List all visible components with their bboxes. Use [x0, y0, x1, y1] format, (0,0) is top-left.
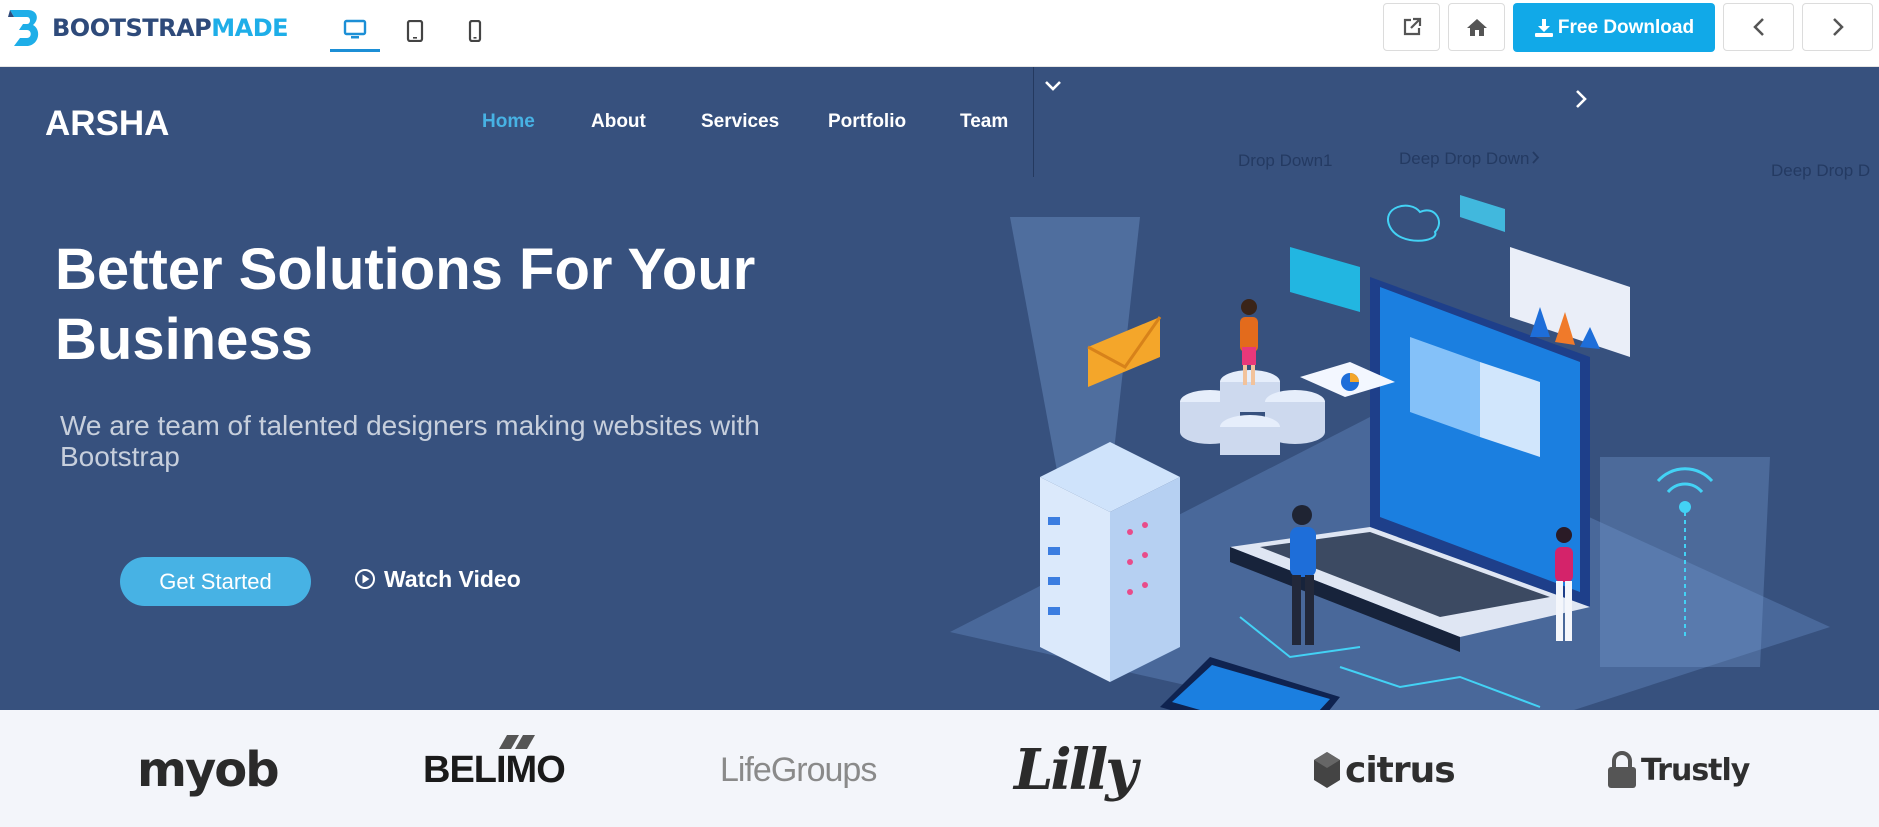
- main-nav: Home About Services Portfolio Team: [0, 111, 1879, 141]
- nav-services[interactable]: Services: [701, 111, 779, 133]
- download-icon: [1534, 18, 1553, 37]
- external-link-icon: [1403, 17, 1421, 36]
- padlock-icon: [1608, 751, 1636, 788]
- brand-part1: BOOTSTRAP: [52, 14, 212, 42]
- chevron-down-icon[interactable]: [1044, 79, 1062, 93]
- tablet-view-button[interactable]: [390, 10, 440, 52]
- nav-portfolio[interactable]: Portfolio: [828, 111, 906, 133]
- desktop-icon: [343, 19, 367, 38]
- free-download-button[interactable]: Free Download: [1513, 3, 1715, 52]
- hero-section: ARSHA Home About Services Portfolio Team…: [0, 67, 1879, 710]
- bootstrapmade-logo[interactable]: BOOTSTRAPMADE: [4, 6, 289, 50]
- mobile-view-button[interactable]: [450, 10, 500, 52]
- tablet-icon: [406, 20, 424, 42]
- chevron-left-icon: [1752, 18, 1764, 36]
- client-name: citrus: [1345, 749, 1456, 791]
- prev-theme-button[interactable]: [1723, 3, 1794, 51]
- client-name: BELIMO: [423, 748, 566, 791]
- brand-part2: MADE: [211, 14, 289, 42]
- preview-toolbar: BOOTSTRAPMADE Free Download: [0, 0, 1879, 67]
- dropdown-item-3[interactable]: Deep Drop D: [1771, 161, 1870, 181]
- client-name: Lilly: [1014, 737, 1138, 803]
- desktop-view-button[interactable]: [330, 10, 380, 52]
- bootstrapmade-wordmark: BOOTSTRAPMADE: [52, 14, 289, 42]
- client-logo-citrus: citrus: [1312, 740, 1456, 800]
- mobile-icon: [468, 20, 482, 42]
- client-name: LifeGroups: [720, 750, 877, 789]
- client-name: Trustly: [1641, 752, 1750, 788]
- hero-illustration: [950, 195, 1830, 710]
- dropdown-item-1[interactable]: Drop Down1: [1238, 151, 1333, 171]
- client-logo-myob: myob: [137, 740, 280, 800]
- next-theme-button[interactable]: [1802, 3, 1873, 51]
- get-started-button[interactable]: Get Started: [120, 557, 311, 606]
- watch-video-label: Watch Video: [384, 565, 521, 592]
- dropdown-item-2-label: Deep Drop Down: [1399, 149, 1530, 168]
- client-name: myob: [137, 742, 280, 798]
- watch-video-button[interactable]: Watch Video: [354, 561, 521, 597]
- nav-home[interactable]: Home: [482, 111, 535, 133]
- chevron-right-small-icon: [1532, 151, 1540, 164]
- home-icon: [1466, 19, 1487, 36]
- play-circle-icon: [355, 569, 375, 589]
- hero-title: Better Solutions For Your Business: [55, 237, 756, 372]
- client-logo-trustly: Trustly: [1605, 740, 1750, 800]
- client-logo-lifegroups: LifeGroups: [720, 740, 877, 800]
- chevron-right-icon[interactable]: [1574, 89, 1588, 109]
- hero-subtitle: We are team of talented designers making…: [60, 410, 760, 472]
- open-external-button[interactable]: [1383, 3, 1440, 51]
- chevron-right-icon: [1832, 18, 1844, 36]
- citrus-mark-icon: [1314, 752, 1340, 788]
- belimo-mark-icon: [499, 734, 535, 749]
- clients-section: myob BELIMO LifeGroups Lilly citrus Trus…: [0, 710, 1879, 827]
- free-download-label: Free Download: [1557, 16, 1695, 38]
- nav-about[interactable]: About: [591, 111, 646, 133]
- nav-team[interactable]: Team: [960, 111, 1008, 133]
- bootstrapmade-logo-icon: [8, 10, 39, 46]
- client-logo-lilly: Lilly: [1014, 737, 1138, 803]
- nav-divider: [1033, 67, 1034, 177]
- client-logo-belimo: BELIMO: [423, 734, 566, 800]
- home-button[interactable]: [1448, 3, 1505, 51]
- dropdown-item-2[interactable]: Deep Drop Down: [1399, 149, 1540, 169]
